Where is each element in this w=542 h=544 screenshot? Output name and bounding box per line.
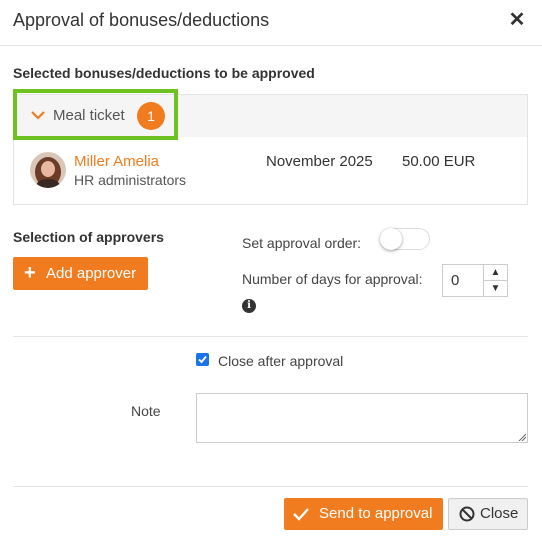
close-after-checkbox[interactable]	[196, 353, 209, 366]
bonus-amount: 50.00 EUR	[402, 153, 476, 170]
bonus-group-label[interactable]: Meal ticket	[53, 107, 125, 124]
divider	[13, 486, 528, 487]
add-approver-label: Add approver	[46, 265, 137, 282]
employee-department: HR administrators	[74, 172, 187, 188]
ban-icon	[459, 506, 475, 522]
send-to-approval-label: Send to approval	[319, 505, 433, 522]
increment-icon[interactable]: ▲	[483, 265, 507, 281]
close-button[interactable]: Close	[448, 498, 528, 530]
bonus-period: November 2025	[266, 153, 373, 170]
employee-name-link[interactable]: Miller Amelia	[74, 153, 159, 170]
decrement-icon[interactable]: ▼	[483, 281, 507, 297]
count-badge: 1	[137, 102, 165, 130]
info-icon[interactable]: i	[242, 299, 256, 313]
add-approver-button[interactable]: + Add approver	[13, 257, 148, 290]
plus-icon: +	[24, 262, 36, 284]
close-label: Close	[480, 505, 519, 522]
selected-section-title: Selected bonuses/deductions to be approv…	[13, 65, 315, 81]
note-label: Note	[131, 403, 161, 419]
dialog-header: Approval of bonuses/deductions ✕	[0, 0, 542, 46]
check-icon	[293, 508, 309, 521]
close-icon[interactable]: ✕	[506, 9, 528, 31]
avatar	[30, 152, 66, 188]
days-label: Number of days for approval:	[242, 271, 423, 287]
set-order-toggle[interactable]	[380, 228, 430, 250]
checkmark-icon	[198, 355, 207, 364]
approvers-section-title: Selection of approvers	[13, 229, 164, 245]
set-order-label: Set approval order:	[242, 235, 362, 251]
note-textarea[interactable]	[196, 393, 528, 443]
dialog-title: Approval of bonuses/deductions	[13, 10, 270, 30]
days-number-input[interactable]: 0 ▲ ▼	[442, 264, 508, 297]
days-value[interactable]: 0	[451, 272, 459, 289]
resize-handle-icon[interactable]	[518, 433, 526, 441]
divider	[13, 336, 528, 337]
toggle-knob	[380, 228, 402, 250]
close-after-label[interactable]: Close after approval	[218, 353, 343, 369]
chevron-down-icon[interactable]	[31, 110, 45, 120]
send-to-approval-button[interactable]: Send to approval	[284, 498, 443, 530]
